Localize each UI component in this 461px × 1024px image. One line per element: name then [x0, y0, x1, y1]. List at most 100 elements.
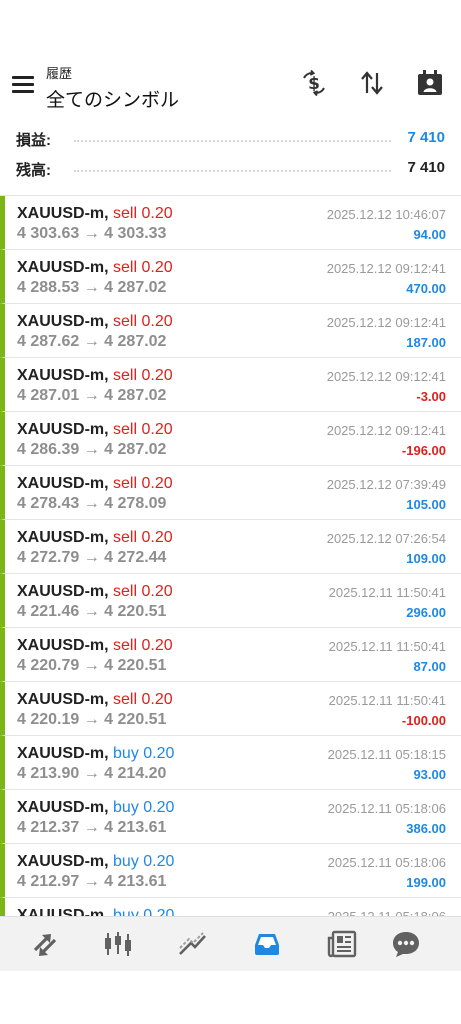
trade-type: buy: [113, 853, 139, 870]
trade-volume: 0.20: [141, 475, 173, 492]
calendar-user-icon[interactable]: [415, 68, 445, 98]
profit-row: 損益: 7 410: [0, 122, 461, 152]
trade-row[interactable]: XAUUSD-m, sell 0.20 4 288.53 → 4 287.02 20…: [0, 250, 461, 304]
trade-time: 2025.12.11 11:50:41: [328, 639, 446, 654]
trade-symbol: XAUUSD-m,: [17, 745, 109, 762]
balance-label: 残高:: [16, 162, 51, 179]
trade-row[interactable]: XAUUSD-m, sell 0.20 4 272.79 → 4 272.44 20…: [0, 520, 461, 574]
trade-row[interactable]: XAUUSD-m, sell 0.20 4 278.43 → 4 278.09 20…: [0, 466, 461, 520]
tab-news[interactable]: [326, 928, 358, 960]
trade-type: buy: [113, 907, 139, 916]
trade-profit: 93.00: [413, 767, 446, 782]
trade-symbol: XAUUSD-m,: [17, 475, 109, 492]
app-header: 履歴 全てのシンボル $: [0, 58, 461, 114]
trade-profit: 87.00: [413, 659, 446, 674]
trade-symbol-line: XAUUSD-m, buy 0.20: [17, 799, 174, 817]
trade-symbol-line: XAUUSD-m, sell 0.20: [17, 583, 173, 601]
trade-profit: -3.00: [416, 389, 446, 404]
trade-symbol: XAUUSD-m,: [17, 853, 109, 870]
trade-prices: 4 278.43 → 4 278.09: [17, 495, 167, 512]
trade-symbol-line: XAUUSD-m, sell 0.20: [17, 637, 173, 655]
trade-row[interactable]: XAUUSD-m, sell 0.20 4 287.01 → 4 287.02 20…: [0, 358, 461, 412]
trade-symbol: XAUUSD-m,: [17, 907, 109, 916]
trade-row[interactable]: XAUUSD-m, buy 0.20 4 212.37 → 4 213.61 202…: [0, 790, 461, 844]
trade-volume: 0.20: [143, 745, 175, 762]
tab-chat[interactable]: [390, 928, 422, 960]
trade-symbol: XAUUSD-m,: [17, 691, 109, 708]
trade-row[interactable]: XAUUSD-m, sell 0.20 4 303.63 → 4 303.33 20…: [0, 196, 461, 250]
balance-row: 残高: 7 410: [0, 152, 461, 182]
trade-row[interactable]: XAUUSD-m, sell 0.20 4 220.79 → 4 220.51 20…: [0, 628, 461, 682]
profit-value: 7 410: [407, 129, 445, 146]
tab-trade[interactable]: [177, 928, 209, 960]
trade-type: sell: [113, 421, 138, 438]
trade-volume: 0.20: [141, 367, 173, 384]
tab-history[interactable]: [251, 928, 283, 960]
trade-symbol-line: XAUUSD-m, sell 0.20: [17, 367, 173, 385]
trade-symbol: XAUUSD-m,: [17, 421, 109, 438]
dotted-leader: [74, 170, 391, 172]
trade-type: sell: [113, 637, 138, 654]
page-title[interactable]: 全てのシンボル: [46, 85, 179, 112]
sort-icon[interactable]: [357, 68, 387, 98]
trade-type: sell: [113, 529, 138, 546]
bottom-tab-bar: [0, 916, 461, 971]
trade-volume: 0.20: [143, 799, 175, 816]
trade-symbol-line: XAUUSD-m, buy 0.20: [17, 907, 174, 916]
trade-row[interactable]: XAUUSD-m, sell 0.20 4 286.39 → 4 287.02 20…: [0, 412, 461, 466]
trade-row[interactable]: XAUUSD-m, sell 0.20 4 220.19 → 4 220.51 20…: [0, 682, 461, 736]
trade-row[interactable]: XAUUSD-m, sell 0.20 4 221.46 → 4 220.51 20…: [0, 574, 461, 628]
trade-type: sell: [113, 367, 138, 384]
trade-type: buy: [113, 745, 139, 762]
trade-symbol-line: XAUUSD-m, sell 0.20: [17, 529, 173, 547]
trade-prices: 4 212.97 → 4 213.61: [17, 873, 167, 890]
trade-profit: 94.00: [413, 227, 446, 242]
trade-history-list[interactable]: XAUUSD-m, sell 0.20 4 303.63 → 4 303.33 20…: [0, 195, 461, 916]
trade-symbol-line: XAUUSD-m, sell 0.20: [17, 259, 173, 277]
trade-row[interactable]: XAUUSD-m, buy 0.20 4 213.90 → 4 214.20 202…: [0, 736, 461, 790]
summary-panel: 損益: 7 410 残高: 7 410: [0, 122, 461, 190]
trade-symbol-line: XAUUSD-m, sell 0.20: [17, 475, 173, 493]
trade-time: 2025.12.11 11:50:41: [328, 585, 446, 600]
trade-type: sell: [113, 313, 138, 330]
trade-profit: 105.00: [406, 497, 446, 512]
trade-line-icon: [179, 932, 206, 955]
trade-time: 2025.12.11 05:18:06: [327, 855, 446, 870]
trade-time: 2025.12.12 10:46:07: [326, 207, 446, 222]
trade-row[interactable]: XAUUSD-m, buy 0.204 212.00 → 4 213.61202…: [0, 898, 461, 916]
trade-symbol-line: XAUUSD-m, sell 0.20: [17, 421, 173, 439]
currency-exchange-icon[interactable]: $: [299, 68, 329, 98]
trade-volume: 0.20: [141, 313, 173, 330]
page-subtitle: 履歴: [46, 66, 73, 81]
trade-volume: 0.20: [141, 259, 173, 276]
trade-symbol: XAUUSD-m,: [17, 313, 109, 330]
trade-symbol: XAUUSD-m,: [17, 205, 109, 222]
trade-symbol: XAUUSD-m,: [17, 529, 109, 546]
candlestick-icon: [105, 932, 131, 956]
tab-chart[interactable]: [102, 928, 134, 960]
trade-time: 2025.12.11 05:18:06: [328, 909, 446, 916]
trade-symbol: XAUUSD-m,: [17, 637, 109, 654]
trade-prices: 4 303.63 → 4 303.33: [17, 225, 167, 242]
quotes-arrows-icon: [33, 934, 57, 956]
trade-time: 2025.12.11 05:18:06: [327, 801, 446, 816]
trade-type: sell: [113, 259, 138, 276]
trade-profit: -196.00: [401, 443, 446, 458]
trade-time: 2025.12.12 07:39:49: [326, 477, 446, 492]
chat-bubble-icon: [393, 932, 419, 957]
trade-symbol-line: XAUUSD-m, buy 0.20: [17, 853, 174, 871]
trade-time: 2025.12.11 05:18:15: [327, 747, 446, 762]
trade-profit: 386.00: [406, 821, 446, 836]
trade-profit: 187.00: [406, 335, 446, 350]
trade-time: 2025.12.12 09:12:41: [326, 369, 446, 384]
trade-volume: 0.20: [143, 853, 175, 870]
dotted-leader: [74, 140, 391, 142]
trade-row[interactable]: XAUUSD-m, sell 0.20 4 287.62 → 4 287.02 20…: [0, 304, 461, 358]
trade-row[interactable]: XAUUSD-m, buy 0.20 4 212.97 → 4 213.61 202…: [0, 844, 461, 898]
balance-value: 7 410: [407, 159, 445, 176]
profit-label: 損益:: [16, 132, 51, 149]
trade-volume: 0.20: [141, 637, 173, 654]
trade-type: sell: [113, 475, 138, 492]
tab-quotes[interactable]: [29, 928, 61, 960]
menu-icon[interactable]: [12, 76, 34, 93]
